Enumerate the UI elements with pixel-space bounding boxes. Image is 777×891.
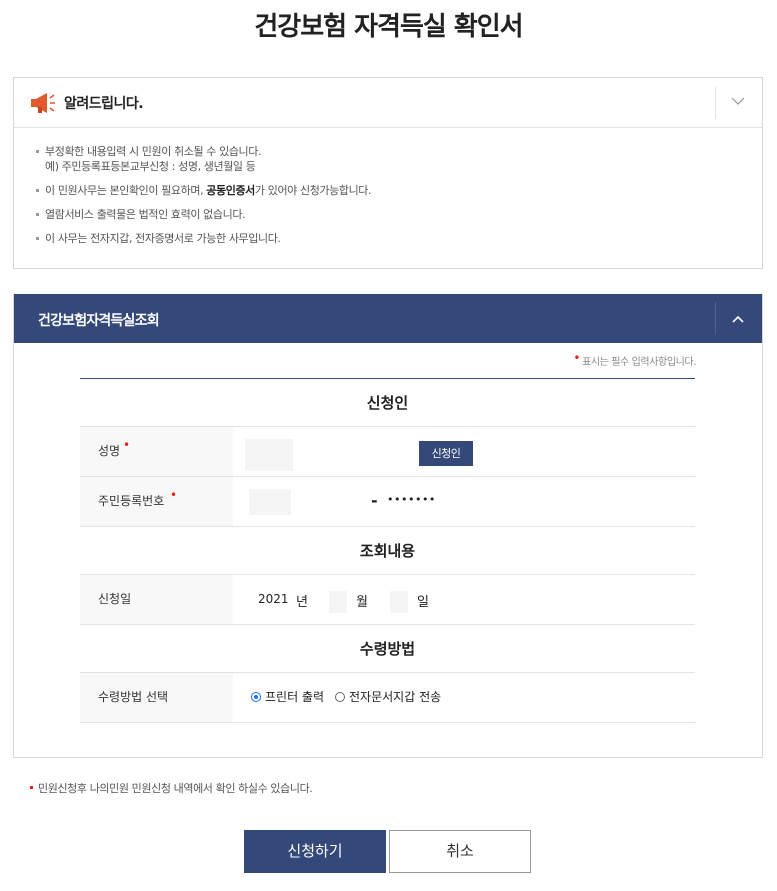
rrn-front-field[interactable] xyxy=(249,489,291,515)
name-field[interactable] xyxy=(245,439,293,471)
application-form: 신청인 성명 • 신청인 주민등록번호 • - ••••••• 조회내용 신청일 2… xyxy=(80,378,695,723)
divider xyxy=(715,302,716,335)
day-field[interactable] xyxy=(390,591,408,613)
month-field[interactable] xyxy=(329,591,347,613)
receive-label: 수령방법 선택 xyxy=(80,673,233,722)
row-receive: 수령방법 선택 프린터 출력 전자문서지갑 전송 xyxy=(80,673,695,723)
chevron-up-icon[interactable] xyxy=(730,311,746,327)
section-title-query: 조회내용 xyxy=(80,527,695,575)
notice-list: 부정확한 내용입력 시 민원이 취소될 수 있습니다. 예) 주민등록표등본교부신… xyxy=(14,128,762,246)
page-title: 건강보험 자격득실 확인서 xyxy=(254,12,523,42)
radio-printer-label[interactable]: 프린터 출력 xyxy=(265,688,324,705)
required-dot-icon: • xyxy=(123,438,131,452)
panel-title: 건강보험자격득실조회 xyxy=(38,313,160,329)
radio-wallet[interactable] xyxy=(335,691,346,702)
required-note: • 표시는 필수 입력사항입니다. xyxy=(573,351,696,368)
month-unit: 월 xyxy=(356,595,368,610)
notice-title: 알려드립니다. xyxy=(64,96,144,112)
query-panel: 건강보험자격득실조회 • 표시는 필수 입력사항입니다. 신청인 성명 • 신청인 … xyxy=(13,294,763,758)
day-unit: 일 xyxy=(417,595,429,610)
year-value: 2021 xyxy=(258,592,289,606)
radio-wallet-label[interactable]: 전자문서지갑 전송 xyxy=(349,688,441,705)
megaphone-icon xyxy=(31,93,55,113)
name-label: 성명 • xyxy=(80,427,233,476)
panel-header[interactable]: 건강보험자격득실조회 xyxy=(14,294,762,343)
list-item: 이 사무는 전자지갑, 전자증명서로 가능한 사무입니다. xyxy=(36,231,762,246)
rrn-separator: - xyxy=(371,491,378,510)
chevron-down-icon[interactable] xyxy=(730,93,746,109)
required-dot-icon: • xyxy=(170,488,178,502)
bottom-note: 민원신청후 나의민원 민원신청 내역에서 확인 하실수 있습니다. xyxy=(30,780,313,796)
section-title-applicant: 신청인 xyxy=(80,379,695,427)
rrn-label: 주민등록번호 • xyxy=(80,477,233,526)
submit-button[interactable]: 신청하기 xyxy=(244,830,386,873)
list-item: 열람서비스 출력물은 법적인 효력이 없습니다. xyxy=(36,207,762,222)
notice-header[interactable]: 알려드립니다. xyxy=(14,78,762,128)
cancel-button[interactable]: 취소 xyxy=(389,830,531,873)
section-title-receive: 수령방법 xyxy=(80,625,695,673)
row-date: 신청일 2021 년 월 일 xyxy=(80,575,695,625)
rrn-back-field[interactable]: ••••••• xyxy=(387,493,436,506)
row-rrn: 주민등록번호 • - ••••••• xyxy=(80,477,695,527)
applicant-button[interactable]: 신청인 xyxy=(419,441,473,466)
year-unit: 년 xyxy=(296,595,308,610)
row-name: 성명 • 신청인 xyxy=(80,427,695,477)
date-label: 신청일 xyxy=(80,575,233,624)
notice-box: 알려드립니다. 부정확한 내용입력 시 민원이 취소될 수 있습니다. 예) 주민… xyxy=(13,77,763,269)
list-item: 부정확한 내용입력 시 민원이 취소될 수 있습니다. 예) 주민등록표등본교부신… xyxy=(36,144,762,174)
radio-printer[interactable] xyxy=(251,691,261,702)
receive-options: 프린터 출력 전자문서지갑 전송 xyxy=(251,688,452,705)
list-item: 이 민원사무는 본인확인이 필요하며, 공동인증서가 있어야 신청가능합니다. xyxy=(36,183,762,198)
divider xyxy=(715,87,716,119)
required-dot-icon: • xyxy=(573,351,581,365)
